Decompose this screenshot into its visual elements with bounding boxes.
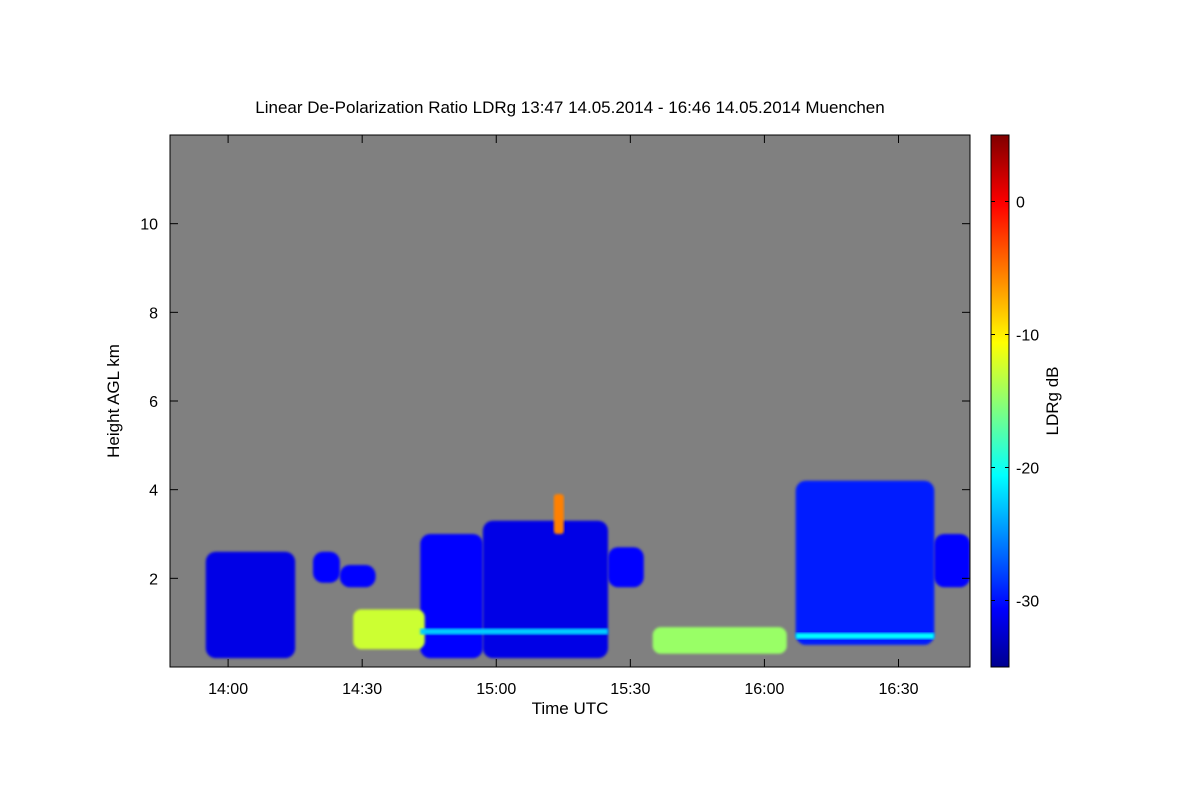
y-tick-label: 2 [149, 571, 158, 588]
x-tick-label: 15:30 [610, 681, 650, 698]
colorbar-tick-label: -20 [1016, 461, 1039, 478]
colorbar-tick-label: -30 [1016, 594, 1039, 611]
x-tick-label: 16:30 [878, 681, 918, 698]
colorbar-tick-label: -10 [1016, 328, 1039, 345]
depolarization-hotspot [553, 494, 564, 534]
melting-layer [795, 632, 935, 639]
cloud-region [795, 480, 935, 645]
colorbar [990, 134, 1010, 668]
cloud-region [313, 551, 340, 583]
cloud-region [339, 565, 376, 588]
y-tick-label: 8 [149, 305, 158, 322]
boundary-layer-region [353, 609, 425, 650]
y-tick-label: 6 [149, 394, 158, 411]
chart-figure: 14:00 14:30 15:00 15:30 16:00 16:30 2 4 6 8 10 Ti… [104, 134, 1062, 718]
x-tick-label: 16:00 [744, 681, 784, 698]
cloud-region [607, 547, 644, 588]
y-tick-label: 4 [149, 483, 158, 500]
y-axis-title: Height AGL km [104, 344, 123, 458]
cloud-region [420, 534, 483, 659]
colorbar-tick-label: 0 [1016, 195, 1025, 212]
boundary-layer-region [652, 627, 787, 654]
cloud-region [482, 520, 608, 659]
cloud-region [205, 551, 296, 659]
x-tick-label: 14:30 [342, 681, 382, 698]
melting-layer [420, 628, 608, 635]
x-tick-label: 14:00 [208, 681, 248, 698]
cloud-region [934, 534, 970, 588]
colorbar-title: LDRg dB [1043, 367, 1062, 436]
y-tick-label: 10 [140, 217, 158, 234]
x-tick-label: 15:00 [476, 681, 516, 698]
x-axis-title: Time UTC [532, 699, 609, 718]
